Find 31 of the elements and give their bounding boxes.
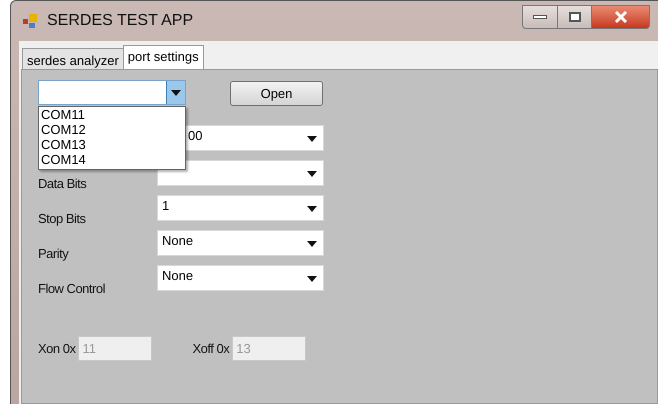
list-item[interactable]: COM11	[41, 107, 185, 122]
list-item[interactable]: COM14	[41, 152, 185, 167]
setting-label: Stop Bits	[38, 210, 86, 228]
open-button[interactable]: Open	[230, 81, 323, 106]
field-label: Xoff 0x	[192, 340, 230, 358]
dropdown-button[interactable]	[166, 81, 185, 104]
setting-label: Parity	[38, 244, 68, 263]
dropdown-value: None	[162, 233, 194, 248]
dropdown-value: 1	[162, 198, 170, 213]
window-title: SERDES TEST APP	[47, 11, 194, 31]
dropdown[interactable]: None	[157, 265, 324, 291]
minimize-button[interactable]	[522, 5, 558, 29]
caret-icon	[171, 90, 181, 96]
tab[interactable]: port settings	[122, 45, 204, 69]
caret-icon	[307, 241, 317, 247]
caret-icon	[307, 171, 317, 177]
caret-icon	[307, 136, 317, 142]
field-label: Xon 0x	[38, 340, 76, 358]
dropdown-value: None	[162, 268, 194, 283]
dropdown[interactable]: 1	[157, 195, 324, 221]
caret-icon	[307, 206, 317, 212]
dropdown[interactable]: None	[157, 230, 324, 256]
tab[interactable]: serdes analyzer	[22, 48, 124, 69]
close-icon	[614, 11, 628, 23]
setting-label: Data Bits	[38, 174, 86, 192]
caret-icon	[307, 276, 317, 282]
close-button[interactable]	[592, 5, 650, 29]
app-icon	[23, 14, 39, 28]
setting-label: Flow Control	[38, 280, 105, 298]
maximize-button[interactable]	[558, 5, 592, 29]
dropdown-value: 00	[188, 128, 202, 143]
